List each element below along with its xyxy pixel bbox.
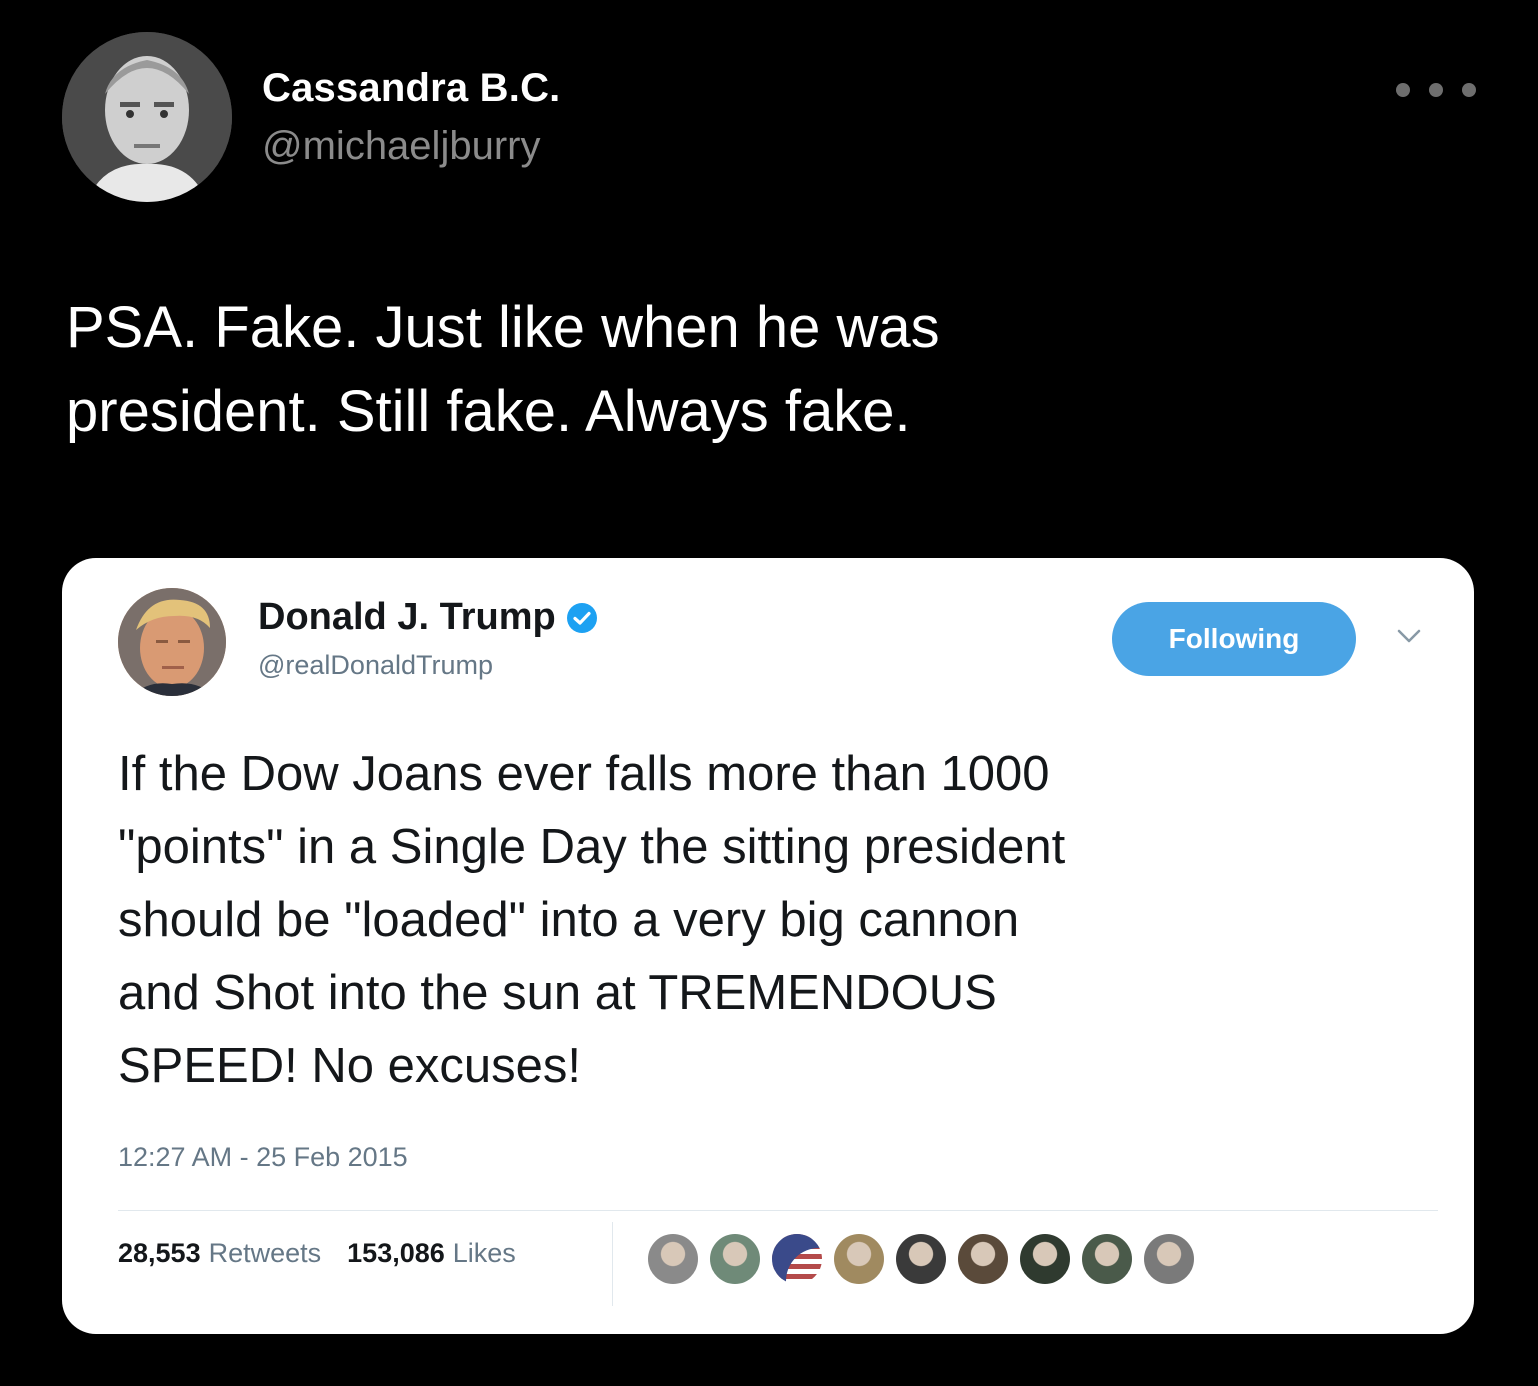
embedded-handle: @realDonaldTrump: [258, 650, 493, 680]
embedded-text-line: "points" in a Single Day the sitting pre…: [118, 820, 1066, 874]
stats-separator: [612, 1222, 613, 1306]
liker-avatar: [1020, 1234, 1070, 1284]
embedded-name-row: Donald J. Trump: [258, 596, 598, 639]
embedded-text-line: should be "loaded" into a very big canno…: [118, 893, 1020, 947]
tweet-text-line: president. Still fake. Always fake.: [66, 379, 911, 444]
liker-avatars: [648, 1234, 1206, 1284]
embedded-display-name: Donald J. Trump: [258, 596, 556, 638]
verified-badge-icon: [566, 602, 597, 633]
embedded-tweet-image[interactable]: Donald J. Trump @realDonaldTrump Followi…: [62, 558, 1474, 1334]
liker-avatar: [958, 1234, 1008, 1284]
divider: [118, 1210, 1438, 1211]
tweet-text-line: PSA. Fake. Just like when he was: [66, 295, 940, 360]
liker-avatar: [710, 1234, 760, 1284]
liker-avatar: [896, 1234, 946, 1284]
user-handle[interactable]: @michaeljburry: [262, 124, 540, 169]
embedded-text-line: SPEED! No excuses!: [118, 1039, 581, 1093]
chevron-down-icon: [1397, 629, 1421, 643]
embedded-text-line: and Shot into the sun at TREMENDOUS: [118, 966, 997, 1020]
likes-count: 153,086: [347, 1238, 445, 1268]
liker-avatar-flag: [772, 1234, 822, 1284]
embedded-timestamp: 12:27 AM - 25 Feb 2015: [118, 1142, 408, 1172]
liker-avatar: [834, 1234, 884, 1284]
embedded-avatar: [118, 588, 226, 696]
embedded-text-line: If the Dow Joans ever falls more than 10…: [118, 747, 1050, 801]
more-horizontal-icon[interactable]: [1396, 72, 1476, 108]
tweet-text: PSA. Fake. Just like when he was preside…: [66, 286, 1446, 454]
liker-avatar: [1082, 1234, 1132, 1284]
liker-avatar: [648, 1234, 698, 1284]
display-name[interactable]: Cassandra B.C.: [262, 66, 560, 111]
embedded-tweet-text: If the Dow Joans ever falls more than 10…: [118, 738, 1438, 1103]
retweets-count: 28,553: [118, 1238, 201, 1268]
likes-label: Likes: [452, 1238, 516, 1268]
following-button: Following: [1112, 602, 1356, 676]
engagement-stats: 28,553 Retweets 153,086 Likes: [118, 1238, 542, 1269]
avatar[interactable]: [62, 32, 232, 202]
retweets-label: Retweets: [208, 1238, 322, 1268]
liker-avatar: [1144, 1234, 1194, 1284]
